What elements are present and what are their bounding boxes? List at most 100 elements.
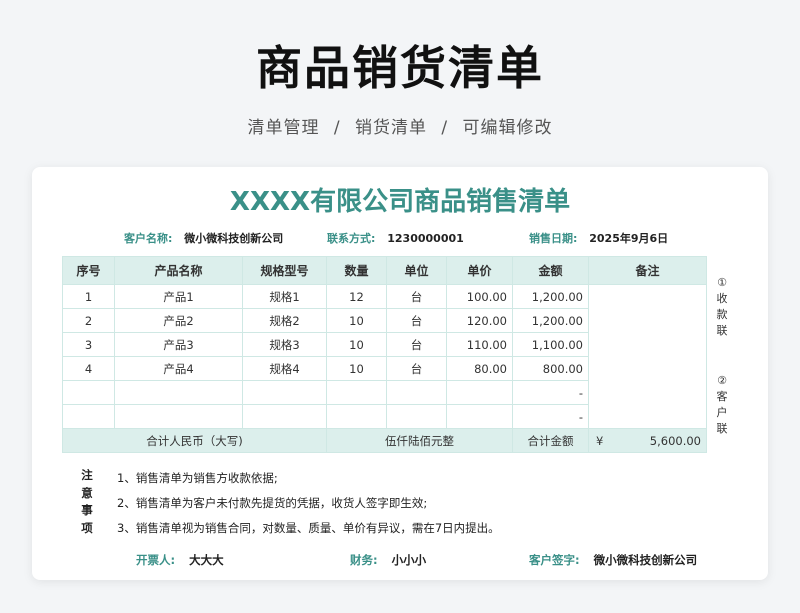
sales-sheet-card: XXXX有限公司商品销售清单 客户名称: 微小微科技创新公司 联系方式: 123… — [32, 167, 768, 580]
page-title: 商品销货清单 — [256, 41, 544, 95]
cell-price[interactable] — [446, 404, 513, 429]
finance-value[interactable]: 小小小 — [392, 553, 427, 567]
note-item: 1、销售清单为销售方收款依据; — [117, 471, 278, 485]
side-label-char: 户 — [716, 406, 728, 419]
column-header: 序号 — [62, 256, 115, 285]
cell-amount[interactable]: 1,200.00 — [512, 284, 589, 309]
cell-no[interactable] — [62, 404, 115, 429]
column-header: 单价 — [446, 256, 513, 285]
cell-price[interactable]: 120.00 — [446, 308, 513, 333]
column-header: 金额 — [512, 256, 589, 285]
breadcrumb-item[interactable]: 销货清单 — [355, 118, 427, 138]
notes-title-char: 注 — [81, 468, 93, 482]
column-header: 单位 — [386, 256, 447, 285]
side-label-char: ① — [717, 276, 727, 289]
cell-qty[interactable]: 12 — [326, 284, 387, 309]
cell-name[interactable]: 产品3 — [114, 332, 243, 357]
date-value[interactable]: 2025年9月6日 — [589, 232, 668, 245]
breadcrumb: 清单管理 / 销货清单 / 可编辑修改 — [0, 113, 800, 138]
receipt-copy-label: ① 收 款 联 — [715, 275, 729, 339]
cell-no[interactable]: 1 — [62, 284, 115, 309]
side-label-char: ② — [717, 374, 727, 387]
cell-name[interactable]: 产品2 — [114, 308, 243, 333]
cell-name[interactable] — [114, 404, 243, 429]
side-label-char: 款 — [716, 308, 728, 321]
notes-title-char: 事 — [81, 503, 93, 517]
cell-amount[interactable]: - — [512, 380, 589, 405]
cell-spec[interactable]: 规格2 — [242, 308, 327, 333]
date-info: 销售日期: 2025年9月6日 — [529, 230, 668, 246]
customer-copy-label: ② 客 户 联 — [715, 373, 729, 437]
total-cn-value[interactable]: 伍仟陆佰元整 — [326, 428, 513, 453]
cell-amount[interactable]: 1,200.00 — [512, 308, 589, 333]
cell-unit[interactable]: 台 — [386, 308, 447, 333]
cell-price[interactable]: 80.00 — [446, 356, 513, 381]
total-amount-cell[interactable]: ¥ 5,600.00 — [588, 428, 707, 453]
customer-value[interactable]: 微小微科技创新公司 — [184, 232, 283, 245]
remark-cell[interactable] — [588, 284, 707, 429]
document-title: XXXX有限公司商品销售清单 — [229, 187, 571, 217]
total-cn-label: 合计人民币（大写) — [62, 428, 327, 453]
date-label: 销售日期: — [529, 232, 578, 245]
items-table: 序号 产品名称 规格型号 数量 单位 单价 金额 备注 1 产品1 规格1 12… — [62, 256, 707, 453]
breadcrumb-item[interactable]: 可编辑修改 — [463, 118, 553, 138]
cell-spec[interactable] — [242, 404, 327, 429]
side-label-char: 联 — [716, 324, 728, 337]
note-item: 3、销售清单视为销售合同，对数量、质量、单价有异议，需在7日内提出。 — [117, 521, 500, 535]
cell-no[interactable]: 4 — [62, 356, 115, 381]
cell-spec[interactable]: 规格1 — [242, 284, 327, 309]
cell-no[interactable] — [62, 380, 115, 405]
cell-price[interactable]: 110.00 — [446, 332, 513, 357]
cell-qty[interactable] — [326, 380, 387, 405]
side-label-char: 联 — [716, 422, 728, 435]
contact-label: 联系方式: — [327, 232, 376, 245]
total-amount-label: 合计金额 — [512, 428, 589, 453]
notes-title-char: 意 — [81, 485, 93, 500]
breadcrumb-item[interactable]: 清单管理 — [247, 118, 319, 138]
issuer-value[interactable]: 大大大 — [189, 553, 224, 567]
breadcrumb-separator: / — [441, 118, 449, 138]
cell-unit[interactable]: 台 — [386, 356, 447, 381]
cell-qty[interactable]: 10 — [326, 308, 387, 333]
notes-title-char: 项 — [81, 520, 93, 535]
cell-no[interactable]: 2 — [62, 308, 115, 333]
contact-info: 联系方式: 1230000001 — [327, 230, 464, 246]
cell-price[interactable]: 100.00 — [446, 284, 513, 309]
contact-value[interactable]: 1230000001 — [387, 232, 464, 245]
notes-title: 注 意 事 项 — [80, 467, 94, 537]
issuer-signature: 开票人: 大大大 — [136, 552, 224, 568]
cell-unit[interactable] — [386, 380, 447, 405]
cell-name[interactable]: 产品4 — [114, 356, 243, 381]
issuer-label: 开票人: — [136, 553, 176, 567]
customer-sign-value[interactable]: 微小微科技创新公司 — [594, 553, 698, 567]
total-amount-value: 5,600.00 — [649, 433, 701, 448]
finance-signature: 财务: 小小小 — [350, 552, 426, 568]
cell-amount[interactable]: 1,100.00 — [512, 332, 589, 357]
cell-unit[interactable] — [386, 404, 447, 429]
customer-sign-label: 客户签字: — [529, 553, 580, 567]
column-header: 数量 — [326, 256, 387, 285]
customer-signature: 客户签字: 微小微科技创新公司 — [529, 552, 697, 568]
currency-symbol: ¥ — [596, 433, 604, 448]
side-label-char: 客 — [716, 390, 728, 403]
cell-spec[interactable] — [242, 380, 327, 405]
cell-qty[interactable] — [326, 404, 387, 429]
cell-unit[interactable]: 台 — [386, 332, 447, 357]
table-row: 1 产品1 规格1 12 台 100.00 1,200.00 — [62, 284, 707, 429]
column-header: 产品名称 — [114, 256, 243, 285]
cell-qty[interactable]: 10 — [326, 332, 387, 357]
cell-spec[interactable]: 规格3 — [242, 332, 327, 357]
cell-no[interactable]: 3 — [62, 332, 115, 357]
cell-qty[interactable]: 10 — [326, 356, 387, 381]
cell-name[interactable] — [114, 380, 243, 405]
cell-amount[interactable]: - — [512, 404, 589, 429]
cell-unit[interactable]: 台 — [386, 284, 447, 309]
breadcrumb-separator: / — [333, 118, 341, 138]
customer-label: 客户名称: — [124, 232, 173, 245]
cell-amount[interactable]: 800.00 — [512, 356, 589, 381]
side-label-char: 收 — [716, 292, 728, 305]
cell-price[interactable] — [446, 380, 513, 405]
column-header: 备注 — [588, 256, 707, 285]
cell-name[interactable]: 产品1 — [114, 284, 243, 309]
cell-spec[interactable]: 规格4 — [242, 356, 327, 381]
